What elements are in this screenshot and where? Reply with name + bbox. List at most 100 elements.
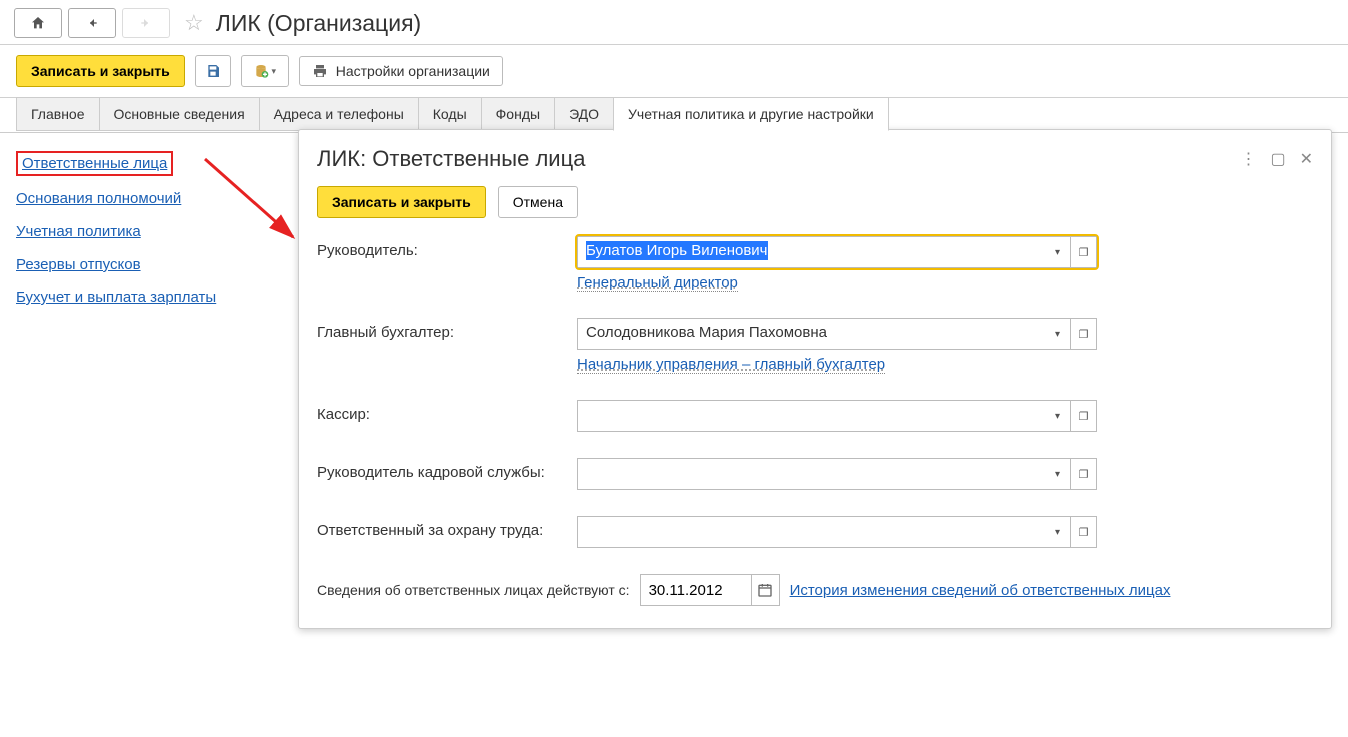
back-button[interactable]: [68, 8, 116, 38]
maximize-icon[interactable]: ▢: [1270, 149, 1285, 169]
input-cashier[interactable]: [577, 400, 1045, 432]
row-hr-head: Руководитель кадровой службы:: [317, 458, 1313, 490]
open-accountant-button[interactable]: [1071, 318, 1097, 350]
input-cashier-group: [577, 400, 1097, 432]
open-head-button[interactable]: [1071, 236, 1097, 268]
input-accountant-group: Солодовникова Мария Пахомовна: [577, 318, 1097, 350]
panel-header: ЛИК: Ответственные лица ⋮ ▢ ✕: [317, 146, 1313, 172]
main-area: Ответственные лица Основания полномочий …: [0, 132, 1348, 326]
arrow-left-icon: [84, 15, 100, 31]
field-hr-head: [577, 458, 1097, 490]
sublink-accountant-position[interactable]: Начальник управления – главный бухгалтер: [577, 356, 885, 374]
chevron-down-icon: [1055, 328, 1060, 340]
star-icon[interactable]: ☆: [184, 10, 204, 36]
chevron-down-icon: [1055, 468, 1060, 480]
open-hr-head-button[interactable]: [1071, 458, 1097, 490]
org-settings-label: Настройки организации: [336, 63, 490, 79]
sidebar-item-responsible[interactable]: Ответственные лица: [16, 151, 173, 176]
save-button[interactable]: [195, 55, 231, 87]
save-close-button[interactable]: Записать и закрыть: [16, 55, 185, 87]
panel-cancel-button[interactable]: Отмена: [498, 186, 578, 218]
date-row: Сведения об ответственных лицах действую…: [317, 574, 1313, 606]
printer-icon: [312, 63, 328, 79]
open-cashier-button[interactable]: [1071, 400, 1097, 432]
tab-main[interactable]: Главное: [16, 97, 100, 131]
home-icon: [30, 15, 46, 31]
page-title: ЛИК (Организация): [216, 10, 421, 37]
attach-button[interactable]: ▾: [241, 55, 289, 87]
dropdown-cashier-button[interactable]: [1045, 400, 1071, 432]
tab-edo[interactable]: ЭДО: [554, 97, 614, 131]
tabs-container: Главное Основные сведения Адреса и телеф…: [0, 97, 1348, 131]
label-accountant: Главный бухгалтер:: [317, 318, 577, 341]
input-safety[interactable]: [577, 516, 1045, 548]
sidebar-item-policy[interactable]: Учетная политика: [16, 221, 141, 242]
row-accountant: Главный бухгалтер: Солодовникова Мария П…: [317, 318, 1313, 374]
nav-buttons: [14, 8, 170, 38]
field-head: Булатов Игорь Виленович Генеральный дире…: [577, 236, 1097, 292]
input-accountant[interactable]: Солодовникова Мария Пахомовна: [577, 318, 1045, 350]
home-button[interactable]: [14, 8, 62, 38]
arrow-right-icon: [138, 15, 154, 31]
input-head-group: Булатов Игорь Виленович: [577, 236, 1097, 268]
chevron-down-icon: [1055, 526, 1060, 538]
dropdown-hr-head-button[interactable]: [1045, 458, 1071, 490]
responsible-persons-panel: ЛИК: Ответственные лица ⋮ ▢ ✕ Записать и…: [298, 129, 1332, 629]
main-toolbar: Записать и закрыть ▾ Настройки организац…: [0, 45, 1348, 98]
field-accountant: Солодовникова Мария Пахомовна Начальник …: [577, 318, 1097, 374]
label-cashier: Кассир:: [317, 400, 577, 423]
sidebar: Ответственные лица Основания полномочий …: [16, 151, 276, 308]
forward-button: [122, 8, 170, 38]
sublink-head-position[interactable]: Генеральный директор: [577, 274, 738, 292]
top-nav: ☆ ЛИК (Организация): [0, 0, 1348, 45]
label-head: Руководитель:: [317, 236, 577, 259]
db-icon: [253, 63, 269, 79]
open-icon: [1079, 468, 1089, 481]
calendar-icon: [757, 582, 773, 598]
input-hr-head-group: [577, 458, 1097, 490]
input-hr-head[interactable]: [577, 458, 1045, 490]
row-safety: Ответственный за охрану труда:: [317, 516, 1313, 548]
kebab-icon[interactable]: ⋮: [1240, 149, 1256, 169]
row-cashier: Кассир:: [317, 400, 1313, 432]
org-settings-button[interactable]: Настройки организации: [299, 56, 503, 86]
chevron-down-icon: [1055, 410, 1060, 422]
open-icon: [1079, 410, 1089, 423]
input-head[interactable]: Булатов Игорь Виленович: [577, 236, 1045, 268]
tab-basic-info[interactable]: Основные сведения: [99, 97, 260, 131]
calendar-button[interactable]: [751, 575, 779, 605]
dropdown-accountant-button[interactable]: [1045, 318, 1071, 350]
floppy-icon: [205, 63, 221, 79]
dropdown-safety-button[interactable]: [1045, 516, 1071, 548]
field-cashier: [577, 400, 1097, 432]
tab-accounting-policy[interactable]: Учетная политика и другие настройки: [613, 97, 889, 131]
tabs: Главное Основные сведения Адреса и телеф…: [16, 97, 1332, 131]
panel-toolbar: Записать и закрыть Отмена: [317, 186, 1313, 218]
panel-title: ЛИК: Ответственные лица: [317, 146, 585, 172]
open-icon: [1079, 328, 1089, 341]
history-link[interactable]: История изменения сведений об ответствен…: [790, 582, 1171, 599]
input-safety-group: [577, 516, 1097, 548]
date-label: Сведения об ответственных лицах действую…: [317, 582, 630, 598]
sidebar-item-reserves[interactable]: Резервы отпусков: [16, 254, 141, 275]
panel-controls: ⋮ ▢ ✕: [1240, 149, 1313, 169]
close-icon[interactable]: ✕: [1300, 149, 1313, 169]
open-icon: [1079, 526, 1089, 539]
chevron-down-icon: [1055, 246, 1060, 258]
open-icon: [1079, 246, 1089, 259]
tab-addresses[interactable]: Адреса и телефоны: [259, 97, 419, 131]
row-head: Руководитель: Булатов Игорь Виленович Ге…: [317, 236, 1313, 292]
label-safety: Ответственный за охрану труда:: [317, 516, 577, 539]
open-safety-button[interactable]: [1071, 516, 1097, 548]
tab-codes[interactable]: Коды: [418, 97, 482, 131]
sidebar-item-grounds[interactable]: Основания полномочий: [16, 188, 181, 209]
dropdown-head-button[interactable]: [1045, 236, 1071, 268]
tab-funds[interactable]: Фонды: [481, 97, 555, 131]
sidebar-item-payroll[interactable]: Бухучет и выплата зарплаты: [16, 287, 216, 308]
date-input-group: [640, 574, 780, 606]
label-hr-head: Руководитель кадровой службы:: [317, 458, 577, 481]
field-safety: [577, 516, 1097, 548]
date-input[interactable]: [641, 575, 751, 605]
chevron-down-icon: ▾: [271, 66, 276, 77]
panel-save-close-button[interactable]: Записать и закрыть: [317, 186, 486, 218]
